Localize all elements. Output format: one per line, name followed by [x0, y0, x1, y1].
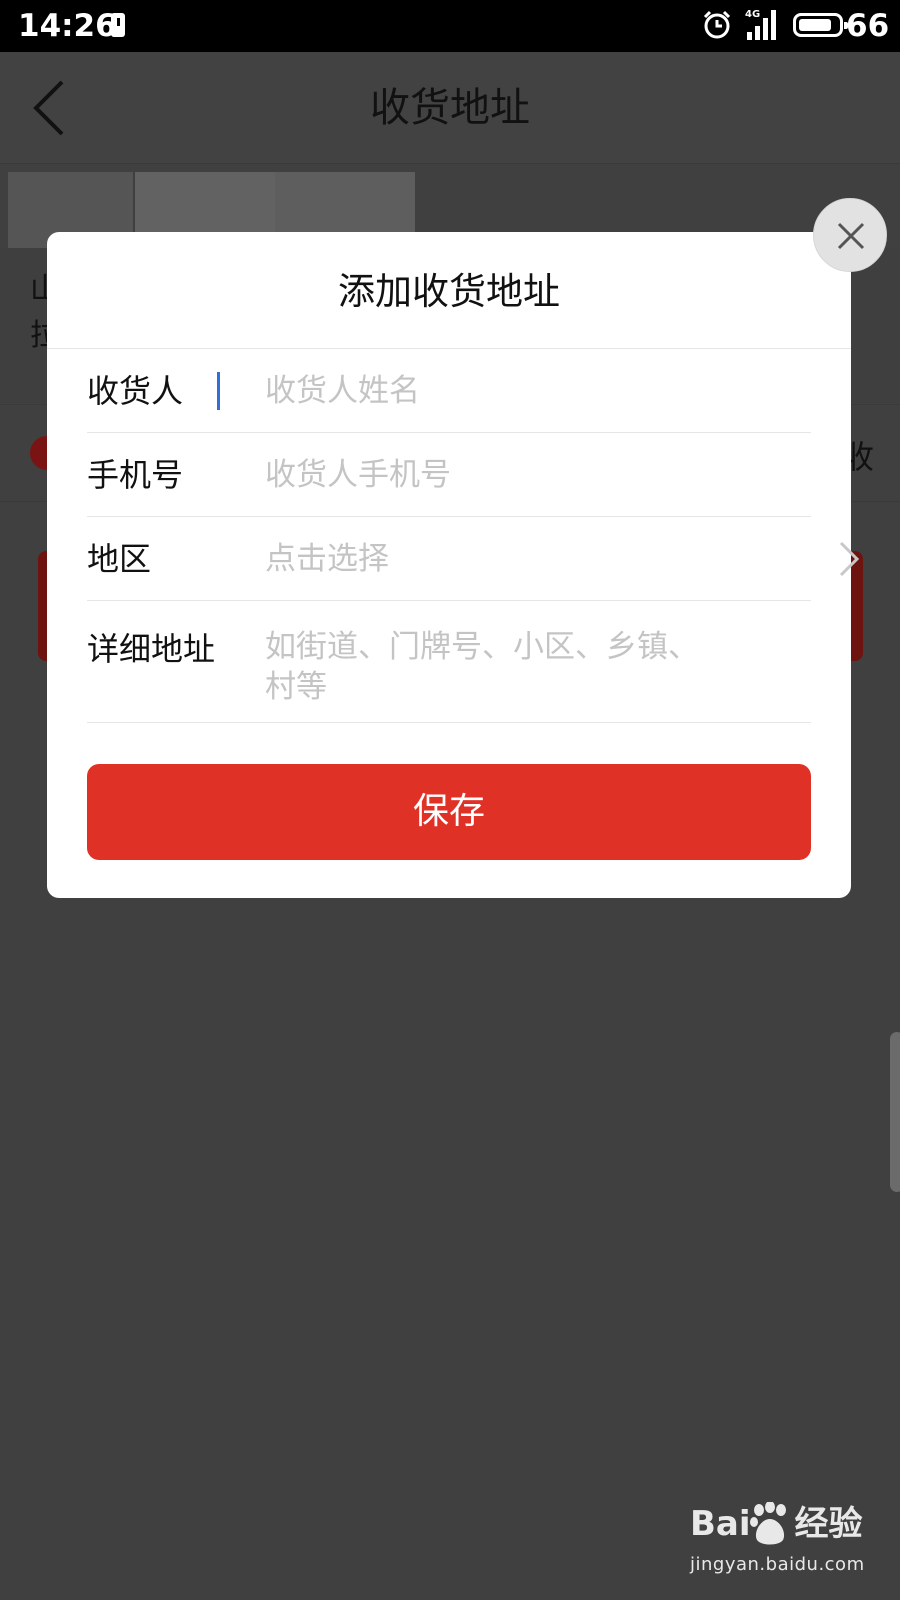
baidu-jingyan-watermark: Bai 经验 jingyan.baidu.com — [690, 1502, 890, 1590]
phone-input[interactable] — [265, 451, 785, 499]
watermark-url: jingyan.baidu.com — [690, 1554, 865, 1575]
chevron-right-icon — [839, 541, 860, 577]
region-row[interactable]: 地区 点击选择 — [87, 517, 860, 601]
phone-label: 手机号 — [87, 456, 184, 494]
status-time: 14:26 — [18, 8, 117, 44]
status-bar: 14:26 4G 66 — [0, 0, 900, 52]
add-address-dialog: 添加收货地址 收货人 手机号 地区 点击选择 详细地址 如街道、门牌号、小区、乡… — [47, 232, 860, 898]
signal-icon — [747, 10, 776, 40]
navigation-bar: 收货地址 — [0, 52, 900, 164]
detail-address-input[interactable]: 如街道、门牌号、小区、乡镇、 村等 — [265, 627, 735, 707]
region-select[interactable]: 点击选择 — [265, 535, 389, 583]
detail-address-label: 详细地址 — [87, 630, 216, 668]
battery-icon — [793, 13, 848, 37]
close-icon — [837, 222, 865, 250]
region-label: 地区 — [87, 540, 152, 578]
text-caret — [217, 372, 220, 410]
receiver-name-label: 收货人 — [87, 372, 184, 410]
receiver-name-input[interactable] — [265, 367, 785, 415]
watermark-logo-right: 经验 — [794, 1504, 863, 1544]
paw-icon — [750, 1502, 786, 1545]
scroll-handle[interactable] — [890, 1032, 900, 1192]
detail-address-row: 详细地址 如街道、门牌号、小区、乡镇、 村等 — [87, 601, 811, 723]
battery-level: 66 — [846, 8, 890, 44]
close-dialog-button[interactable] — [813, 198, 887, 272]
notification-icon — [111, 13, 125, 37]
receiver-name-row: 收货人 — [87, 349, 811, 433]
watermark-logo-left: Bai — [690, 1504, 751, 1544]
alarm-icon — [703, 10, 731, 39]
dialog-title: 添加收货地址 — [338, 270, 560, 313]
page-title: 收货地址 — [370, 85, 530, 131]
save-button[interactable]: 保存 — [87, 764, 811, 860]
phone-row: 手机号 — [87, 433, 811, 517]
